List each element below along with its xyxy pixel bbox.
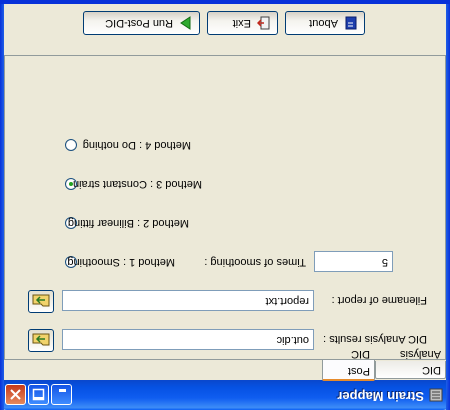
- folder-browse-icon: [32, 333, 50, 346]
- exit-button-label: Exit: [232, 17, 251, 29]
- report-filename-label: Filename of report :: [331, 294, 427, 306]
- method-4-label[interactable]: Method 4 : Do nothing: [83, 139, 191, 151]
- minimize-button[interactable]: [51, 384, 72, 405]
- method-2-label[interactable]: Method 2 : Bilinear fitting: [68, 217, 189, 229]
- exit-button[interactable]: Exit: [207, 11, 278, 35]
- method-4-radio[interactable]: [65, 139, 77, 151]
- method-3-label[interactable]: Method 3 : Constant strain: [73, 178, 202, 190]
- tab-panel: [4, 55, 446, 360]
- about-book-icon: [345, 16, 357, 30]
- tab-label: DIC Analysis: [400, 348, 441, 376]
- report-filename-browse-button[interactable]: [28, 290, 54, 313]
- method-1-label[interactable]: Method 1 : Smoothing: [67, 256, 175, 268]
- about-button-label: About: [309, 17, 338, 29]
- play-arrow-icon: [180, 16, 191, 30]
- exit-door-icon: [257, 16, 270, 30]
- tab-post-dic[interactable]: Post DIC: [322, 348, 375, 381]
- tab-label: Post DIC: [347, 348, 370, 377]
- dic-results-input[interactable]: out.dic: [62, 329, 314, 350]
- window-title: Strain Mapper: [337, 389, 424, 404]
- run-post-dic-button[interactable]: Run Post-DIC: [83, 11, 200, 35]
- close-icon: [10, 389, 21, 400]
- app-icon: [429, 388, 443, 402]
- smoothing-times-label: Times of smoothing :: [204, 256, 306, 268]
- dic-results-browse-button[interactable]: [28, 329, 54, 352]
- maximize-button[interactable]: [28, 384, 49, 405]
- run-post-dic-button-label: Run Post-DIC: [105, 17, 173, 29]
- folder-browse-icon: [32, 294, 50, 307]
- tab-dic-analysis[interactable]: DIC Analysis: [375, 348, 446, 379]
- strain-mapper-window: Strain Mapper DIC Analysis Post DIC DIC …: [0, 0, 450, 410]
- smoothing-times-input[interactable]: 5: [314, 251, 393, 272]
- close-button[interactable]: [5, 384, 26, 405]
- report-filename-input[interactable]: report.txt: [62, 290, 314, 311]
- about-button[interactable]: About: [285, 11, 365, 35]
- minimize-icon: [59, 389, 66, 392]
- dic-results-label: DIC Analysis results :: [323, 333, 427, 345]
- title-bar[interactable]: Strain Mapper: [0, 380, 450, 410]
- window-frame-left: [446, 0, 450, 410]
- window-frame-bottom: [0, 0, 450, 4]
- maximize-icon: [32, 388, 45, 401]
